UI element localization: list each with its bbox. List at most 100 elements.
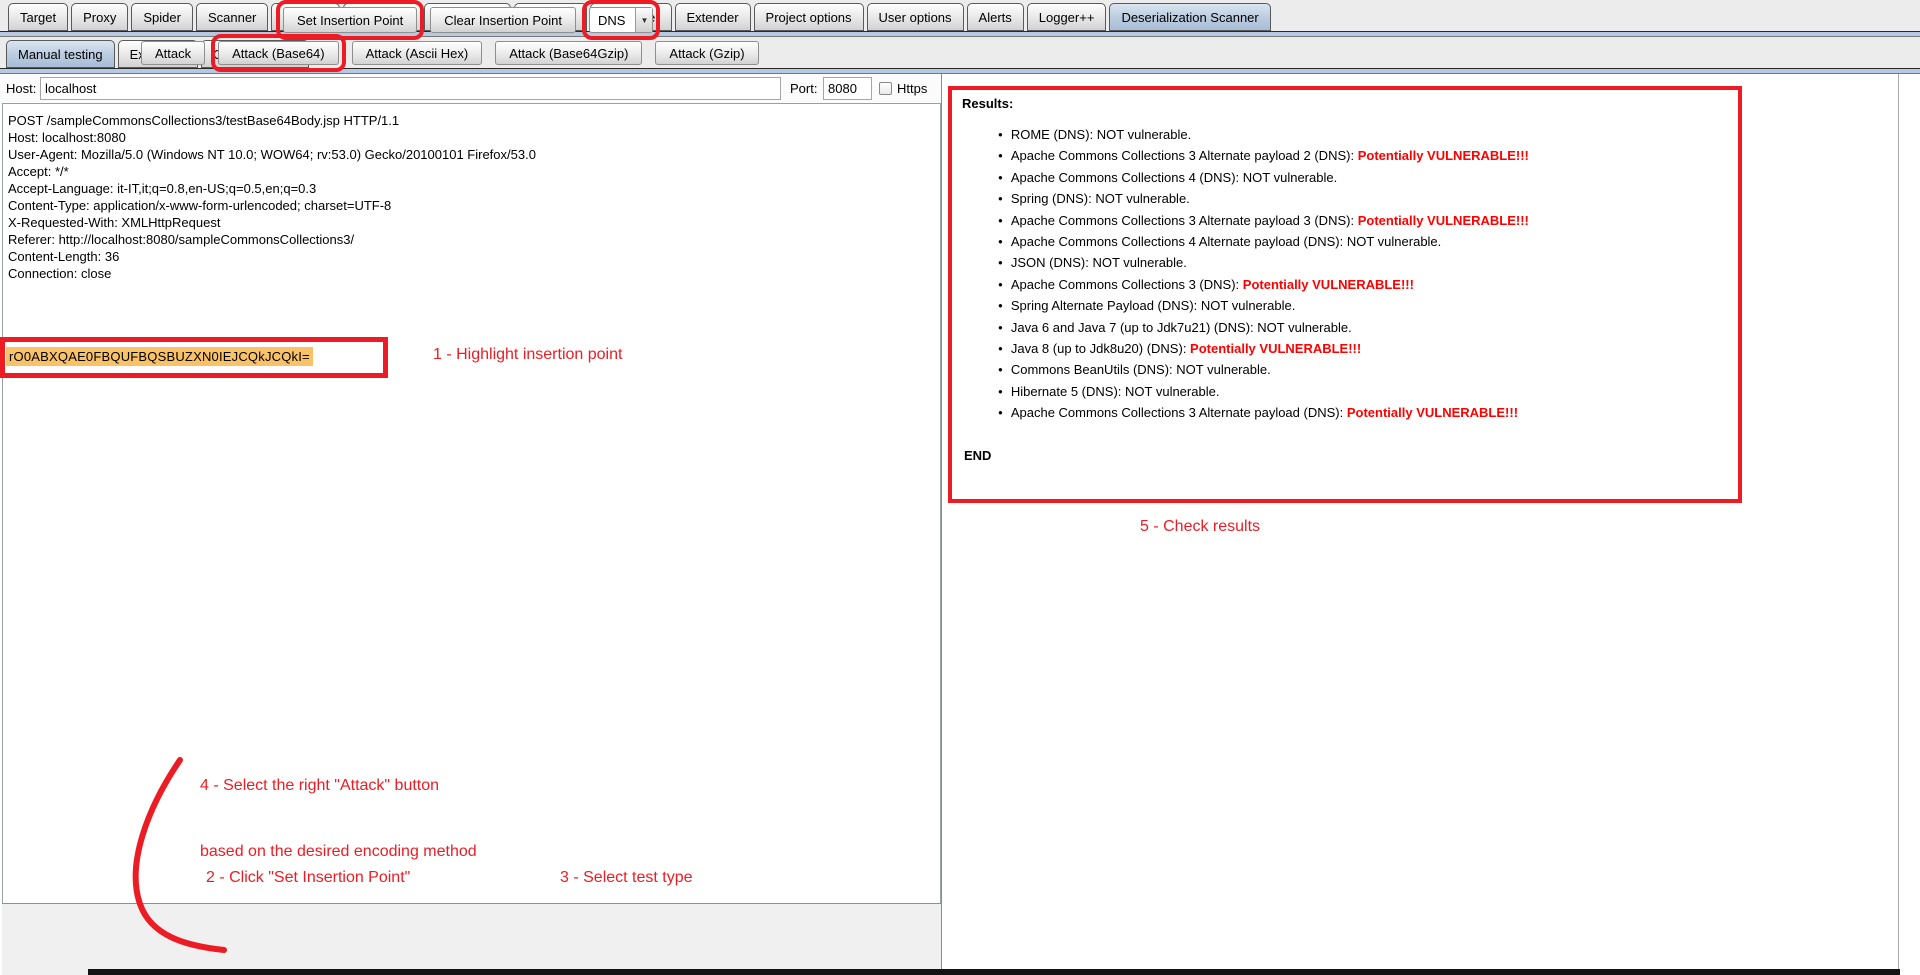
step4-line2: based on the desired encoding method [200,841,477,863]
port-label: Port: [790,81,817,96]
result-item: Apache Commons Collections 3 Alternate p… [998,402,1728,423]
result-item-label: Apache Commons Collections 3 Alternate p… [1011,405,1340,420]
main-tab-alerts[interactable]: Alerts [967,3,1024,31]
result-item-status: Potentially VULNERABLE!!! [1358,213,1529,228]
step4-line1: 4 - Select the right "Attack" button [200,775,477,797]
window-bottom-edge [88,969,1900,975]
burp-window: TargetProxySpiderScannerIntruderRepeater… [0,0,1920,975]
step1-red-box [0,337,388,378]
result-item-status: NOT vulnerable. [1243,170,1337,185]
result-item: Spring (DNS): NOT vulnerable. [998,188,1728,209]
result-item-status: NOT vulnerable. [1347,234,1441,249]
request-headers: POST /sampleCommonsCollections3/testBase… [3,104,940,282]
https-label: Https [897,81,927,96]
main-tab-scanner[interactable]: Scanner [196,3,268,31]
attack-base64gzip-button[interactable]: Attack (Base64Gzip) [495,41,642,65]
attack-base64-button[interactable]: Attack (Base64) [218,41,339,65]
result-item-label: JSON (DNS) [1011,255,1085,270]
test-type-dropdown[interactable]: DNS ▼ [589,7,653,33]
step3-annotation: 3 - Select test type [560,867,693,889]
request-line: X-Requested-With: XMLHttpRequest [8,214,940,231]
controls-panel [2,903,941,975]
attack-button[interactable]: Attack [141,41,205,65]
attack-gzip-button[interactable]: Attack (Gzip) [655,41,758,65]
result-item-label: Apache Commons Collections 3 (DNS) [1011,277,1236,292]
request-line: Referer: http://localhost:8080/sampleCom… [8,231,940,248]
main-tab-project-options[interactable]: Project options [754,3,864,31]
request-line: Connection: close [8,265,940,282]
result-item-status: Potentially VULNERABLE!!! [1190,341,1361,356]
result-item-label: ROME (DNS) [1011,127,1090,142]
result-item-status: NOT vulnerable. [1097,127,1191,142]
result-item-label: Apache Commons Collections 4 (DNS) [1011,170,1236,185]
result-item-status: NOT vulnerable. [1125,384,1219,399]
result-item-label: Hibernate 5 (DNS) [1011,384,1118,399]
result-item-status: NOT vulnerable. [1176,362,1270,377]
result-item-label: Apache Commons Collections 3 Alternate p… [1011,148,1351,163]
results-list: ROME (DNS): NOT vulnerable. Apache Common… [998,124,1728,424]
step4-annotation: 4 - Select the right "Attack" button bas… [200,731,477,907]
result-item-label: Apache Commons Collections 3 Alternate p… [1011,213,1351,228]
attack-button-row: Attack Attack (Base64) Attack (Ascii Hex) A… [141,41,759,65]
request-line: Content-Length: 36 [8,248,940,265]
step1-annotation: 1 - Highlight insertion point [433,344,622,366]
result-item: ROME (DNS): NOT vulnerable. [998,124,1728,145]
result-item-label: Apache Commons Collections 4 Alternate p… [1011,234,1340,249]
result-item: Hibernate 5 (DNS): NOT vulnerable. [998,381,1728,402]
result-item-status: NOT vulnerable. [1257,320,1351,335]
result-item-label: Spring Alternate Payload (DNS) [1011,298,1194,313]
request-line: Content-Type: application/x-www-form-url… [8,197,940,214]
result-item: Java 8 (up to Jdk8u20) (DNS): Potentiall… [998,338,1728,359]
results-content: Results: ROME (DNS): NOT vulnerable. Apac… [952,90,1738,469]
main-tab-spider[interactable]: Spider [131,3,193,31]
result-item-status: NOT vulnerable. [1201,298,1295,313]
main-tab-user-options[interactable]: User options [867,3,964,31]
host-label: Host: [6,81,36,96]
chevron-down-icon: ▼ [635,8,652,32]
main-tab-logger[interactable]: Logger++ [1027,3,1107,31]
result-item: Apache Commons Collections 3 Alternate p… [998,145,1728,166]
test-type-value: DNS [590,8,635,32]
request-line: Host: localhost:8080 [8,129,940,146]
result-item-label: Spring (DNS) [1011,191,1088,206]
clear-insertion-point-button[interactable]: Clear Insertion Point [430,7,576,33]
main-tab-extender[interactable]: Extender [675,3,751,31]
result-item: Commons BeanUtils (DNS): NOT vulnerable. [998,359,1728,380]
set-insertion-point-button[interactable]: Set Insertion Point [283,7,417,33]
results-title: Results: [962,96,1728,111]
result-item-label: Java 8 (up to Jdk8u20) (DNS) [1011,341,1183,356]
result-item: Apache Commons Collections 3 (DNS): Pote… [998,274,1728,295]
step5-annotation: 5 - Check results [1140,516,1260,538]
panel-divider [941,74,942,970]
insertion-button-row: Set Insertion Point Clear Insertion Poin… [283,7,653,33]
host-row: Host: Port: Https [0,74,941,103]
https-checkbox[interactable] [879,82,892,95]
results-panel[interactable]: Results: ROME (DNS): NOT vulnerable. Apac… [948,86,1742,503]
result-item: Java 6 and Java 7 (up to Jdk7u21) (DNS):… [998,317,1728,338]
port-input[interactable] [823,77,872,100]
host-input[interactable] [40,77,781,100]
result-item-status: Potentially VULNERABLE!!! [1358,148,1529,163]
result-item: Apache Commons Collections 4 (DNS): NOT … [998,167,1728,188]
main-tab-proxy[interactable]: Proxy [71,3,128,31]
main-tab-deserialization-scanner[interactable]: Deserialization Scanner [1109,3,1270,31]
result-item-status: Potentially VULNERABLE!!! [1347,405,1518,420]
result-item: Apache Commons Collections 3 Alternate p… [998,210,1728,231]
result-item-status: NOT vulnerable. [1092,255,1186,270]
result-item: Apache Commons Collections 4 Alternate p… [998,231,1728,252]
result-item-status: NOT vulnerable. [1095,191,1189,206]
attack-ascii-hex-button[interactable]: Attack (Ascii Hex) [352,41,483,65]
sub-tab-manual-testing[interactable]: Manual testing [6,40,115,68]
results-end-label: END [964,448,1728,463]
result-item: JSON (DNS): NOT vulnerable. [998,252,1728,273]
request-line: User-Agent: Mozilla/5.0 (Windows NT 10.0… [8,146,940,163]
result-item-status: Potentially VULNERABLE!!! [1243,277,1414,292]
result-item: Spring Alternate Payload (DNS): NOT vuln… [998,295,1728,316]
request-line: Accept-Language: it-IT,it;q=0.8,en-US;q=… [8,180,940,197]
request-line: POST /sampleCommonsCollections3/testBase… [8,112,940,129]
main-tab-target[interactable]: Target [8,3,68,31]
result-item-label: Commons BeanUtils (DNS) [1011,362,1169,377]
request-line: Accept: */* [8,163,940,180]
result-item-label: Java 6 and Java 7 (up to Jdk7u21) (DNS) [1011,320,1250,335]
window-right-edge [1898,74,1899,970]
